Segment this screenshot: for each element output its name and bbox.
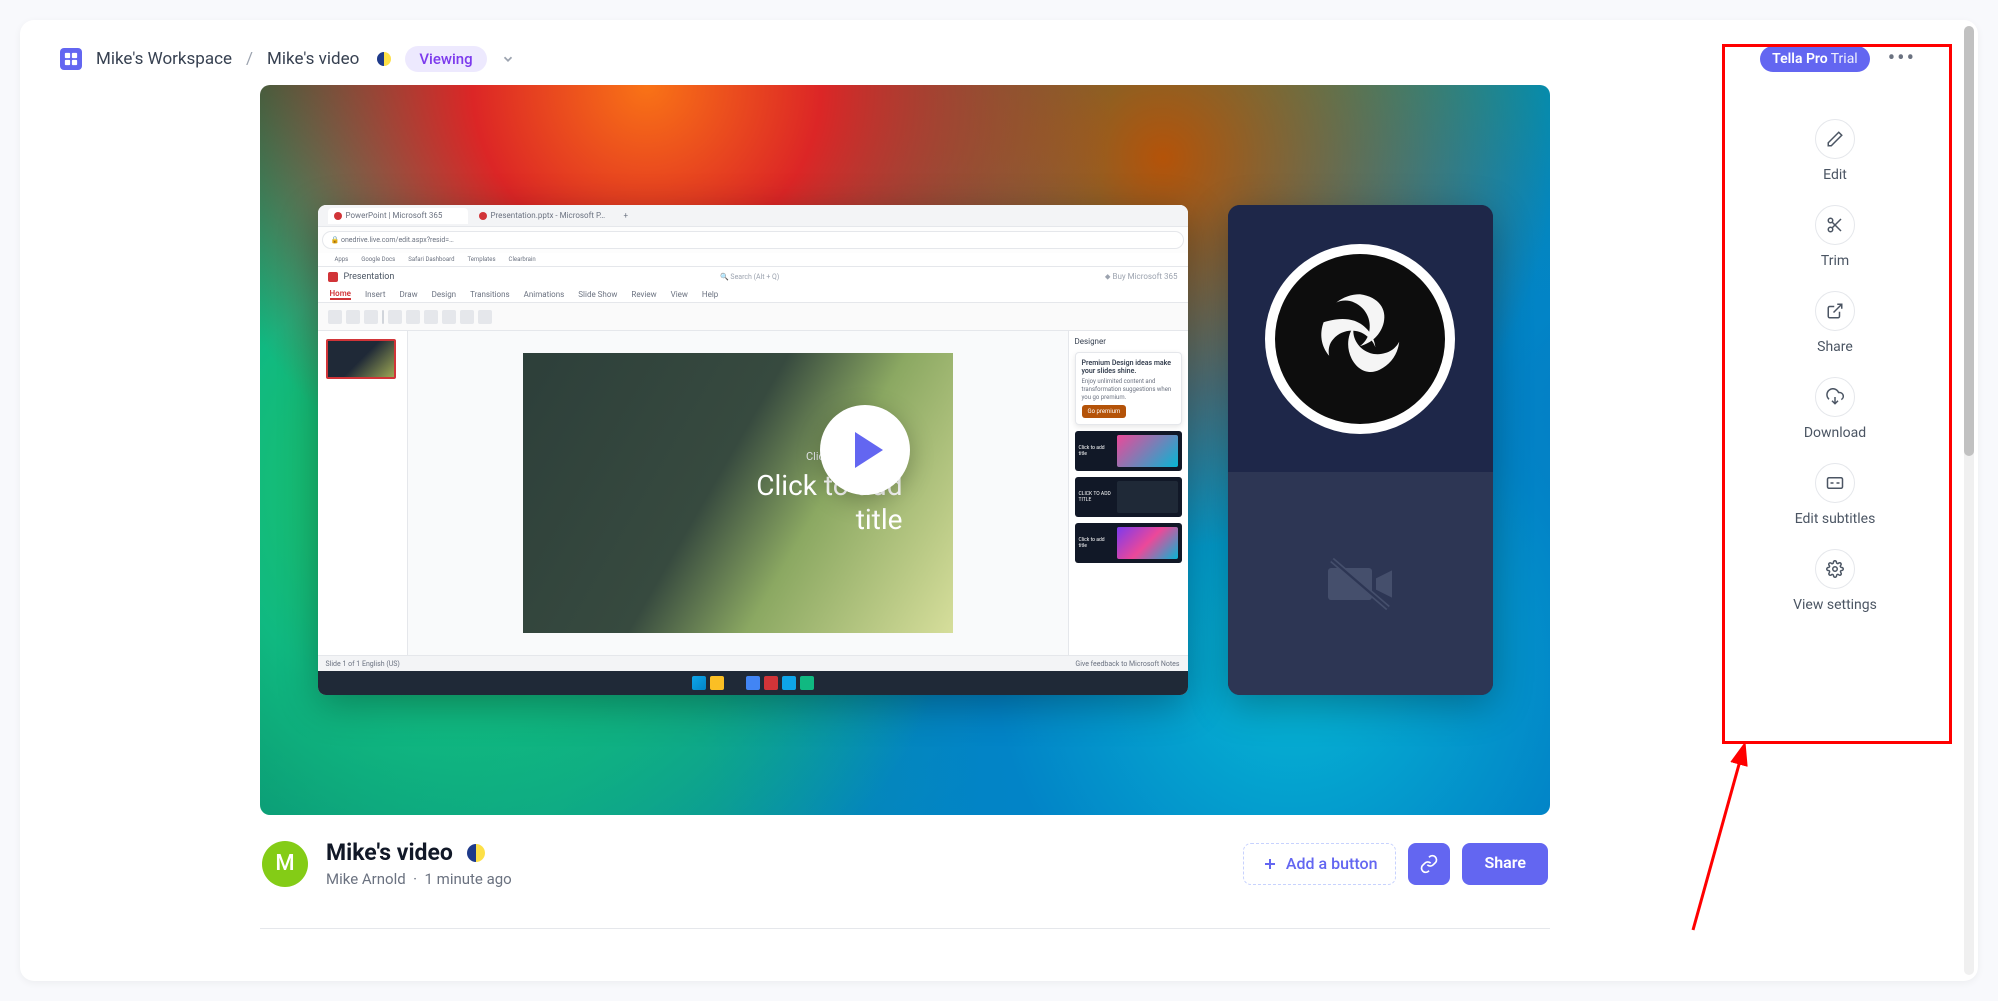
copy-link-button[interactable] — [1408, 843, 1450, 885]
add-button-button[interactable]: Add a button — [1243, 843, 1397, 885]
plan-badge[interactable]: Tella ProTrial — [1760, 46, 1870, 72]
share-rail-button[interactable]: Share — [1815, 291, 1855, 355]
share-button[interactable]: Share — [1462, 843, 1548, 885]
trim-button[interactable]: Trim — [1815, 205, 1855, 269]
edit-subtitles-button[interactable]: Edit subtitles — [1795, 463, 1876, 527]
breadcrumb-video[interactable]: Mike's video — [267, 49, 359, 69]
workspace-icon — [60, 48, 82, 70]
play-button[interactable] — [820, 405, 910, 495]
screen-share-preview: PowerPoint | Microsoft 365 Presentation.… — [318, 205, 1188, 695]
viewing-badge[interactable]: Viewing — [405, 46, 486, 72]
external-link-icon — [1826, 302, 1844, 320]
breadcrumb: Mike's Workspace / Mike's video Viewing — [60, 46, 515, 72]
video-title: Mike's video — [326, 839, 453, 866]
gear-icon — [1826, 560, 1844, 578]
scrollbar[interactable] — [1964, 26, 1974, 975]
pencil-icon — [1826, 130, 1844, 148]
breadcrumb-separator: / — [246, 49, 253, 69]
download-cloud-icon — [1826, 388, 1844, 406]
chevron-down-icon[interactable] — [501, 52, 515, 66]
view-settings-button[interactable]: View settings — [1793, 549, 1877, 613]
obs-logo-icon — [1265, 244, 1455, 434]
avatar: M — [262, 841, 308, 887]
webcam-preview — [1228, 205, 1493, 695]
divider — [260, 928, 1550, 929]
plus-icon — [1262, 856, 1278, 872]
scissors-icon — [1826, 216, 1844, 234]
link-icon — [1419, 854, 1439, 874]
video-status-icon — [467, 844, 485, 862]
scrollbar-thumb[interactable] — [1964, 26, 1974, 456]
download-button[interactable]: Download — [1804, 377, 1866, 441]
more-menu-button[interactable]: ••• — [1884, 42, 1920, 75]
action-rail: Edit Trim Share Download Edit subtitles — [1750, 85, 1920, 929]
captions-icon — [1826, 474, 1844, 492]
video-player[interactable]: PowerPoint | Microsoft 365 Presentation.… — [260, 85, 1550, 815]
timestamp: 1 minute ago — [425, 870, 512, 888]
camera-off-icon — [1320, 554, 1400, 614]
breadcrumb-workspace[interactable]: Mike's Workspace — [96, 49, 232, 69]
video-status-icon — [377, 52, 391, 66]
author-name: Mike Arnold — [326, 870, 406, 888]
edit-button[interactable]: Edit — [1815, 119, 1855, 183]
